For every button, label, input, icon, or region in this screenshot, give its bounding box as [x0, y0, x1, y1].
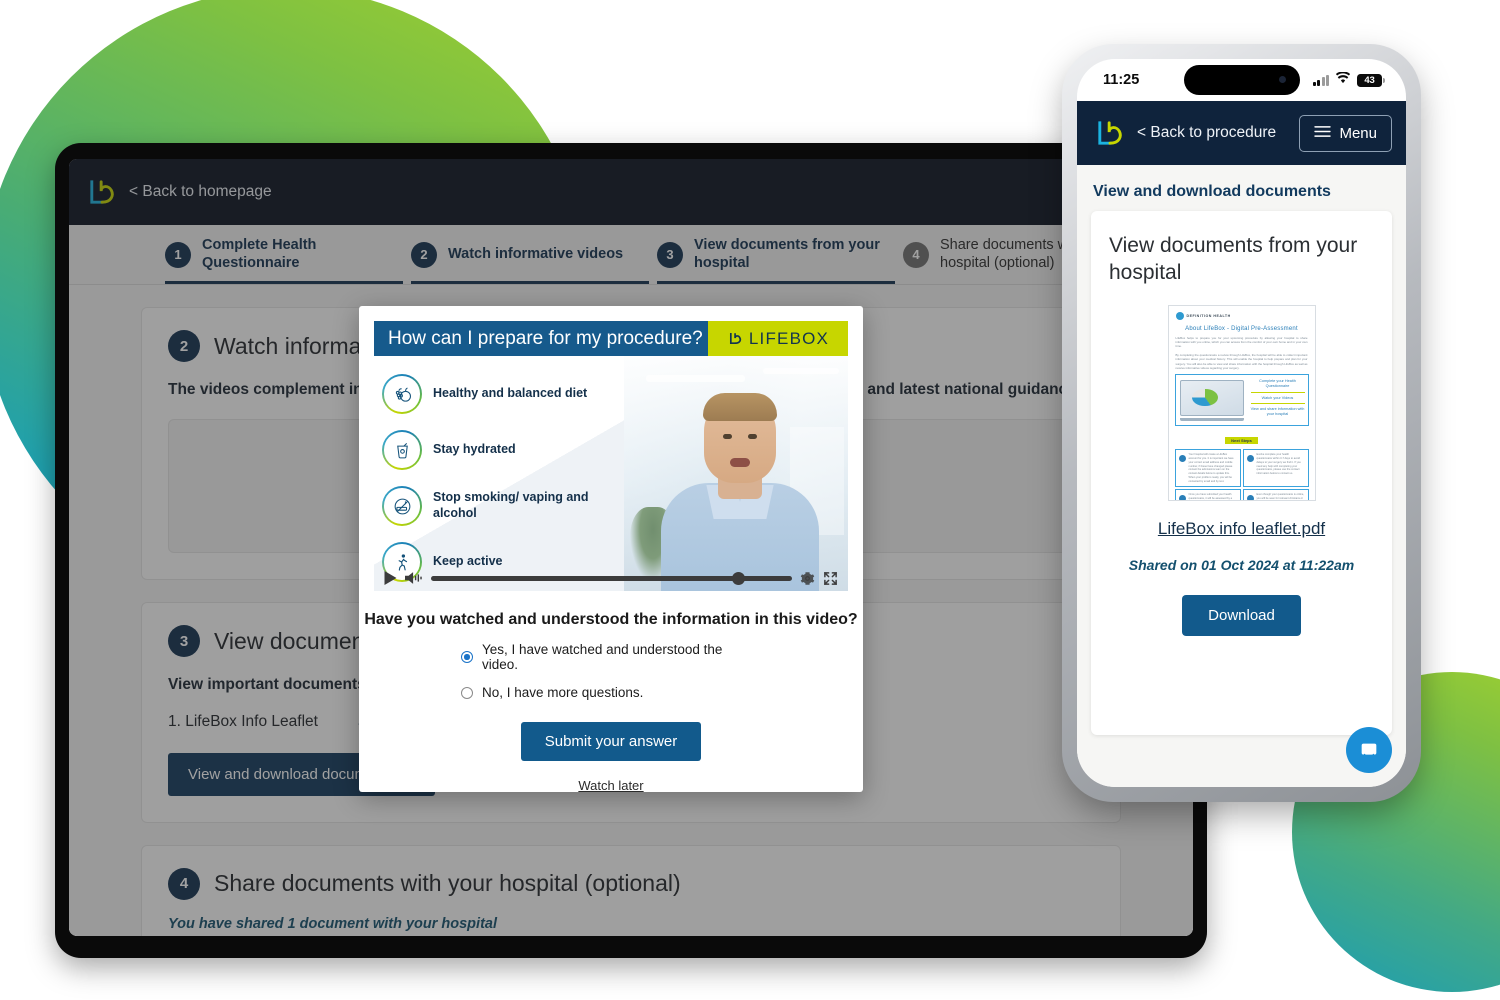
video-modal-dialog: How can I prepare for my procedure? LIFE…: [359, 306, 863, 792]
answer-option-no[interactable]: No, I have more questions.: [461, 685, 761, 700]
phone-header: < Back to procedure Menu: [1077, 101, 1406, 165]
document-filename-link[interactable]: LifeBox info leaflet.pdf: [1158, 519, 1325, 539]
submit-answer-button[interactable]: Submit your answer: [520, 722, 702, 761]
pdf-steps-list: Complete your Health Questionnaire Watch…: [1248, 375, 1308, 425]
video-slide-header: How can I prepare for my procedure? LIFE…: [374, 321, 848, 356]
pdf-cell-text: Once you have submitted your health ques…: [1188, 493, 1233, 501]
phone-page-content: View and download documents View documen…: [1077, 165, 1406, 787]
video-tips-list: Healthy and balanced diet Stay hydrated: [374, 356, 624, 591]
radio-button[interactable]: [461, 651, 473, 663]
play-icon[interactable]: [384, 571, 397, 585]
pdf-info-cell: Your hospital will create a LifeBox acco…: [1174, 449, 1241, 488]
bullet-icon: [1178, 495, 1186, 500]
wifi-icon: [1335, 71, 1351, 88]
tip-item: Stay hydrated: [382, 422, 624, 478]
document-card-title: View documents from your hospital: [1109, 234, 1358, 284]
pdf-paragraph: LifeBox helps to prepare you for your up…: [1175, 335, 1308, 349]
status-time: 11:25: [1103, 72, 1140, 88]
video-question-text: Have you watched and understood the info…: [364, 611, 858, 628]
back-to-procedure-link[interactable]: < Back to procedure: [1137, 123, 1276, 142]
pdf-heading: About LifeBox - Digital Pre-Assessment: [1185, 325, 1298, 332]
video-slide-body: Healthy and balanced diet Stay hydrated: [374, 356, 848, 591]
document-card: View documents from your hospital DEFINI…: [1091, 211, 1392, 735]
lifebox-brand-text: LIFEBOX: [748, 328, 830, 348]
laptop-illustration: [1176, 375, 1248, 425]
ceiling-light: [762, 367, 840, 374]
phone-notch: [1183, 65, 1300, 95]
pdf-brand-text: DEFINITION HEALTH: [1186, 313, 1231, 318]
pdf-step: Complete your Health Questionnaire: [1250, 379, 1305, 393]
pdf-thumbnail-preview[interactable]: DEFINITION HEALTH About LifeBox - Digita…: [1167, 304, 1316, 501]
download-button[interactable]: Download: [1182, 595, 1301, 637]
status-indicators: 43: [1313, 71, 1385, 88]
definition-health-logo-icon: [1175, 311, 1184, 320]
tip-label: Stay hydrated: [433, 442, 516, 457]
no-smoking-icon: [382, 486, 422, 526]
answer-option-yes[interactable]: Yes, I have watched and understood the v…: [461, 642, 761, 672]
answer-label: Yes, I have watched and understood the v…: [482, 642, 723, 672]
answer-label: No, I have more questions.: [482, 685, 644, 700]
pdf-paragraph: By completing the questionnaire a review…: [1175, 352, 1308, 370]
pdf-cell-text: Evolve complete your health questionnair…: [1256, 453, 1301, 476]
volume-icon[interactable]: [405, 571, 423, 585]
tip-item: Stop smoking/ vaping and alcohol: [382, 478, 624, 534]
phone-header-left: < Back to procedure: [1093, 116, 1276, 150]
fruit-icon: [382, 374, 422, 414]
watch-later-link[interactable]: Watch later: [578, 778, 643, 792]
tip-label: Stop smoking/ vaping and alcohol: [433, 490, 589, 520]
phone-device: 11:25 43 < Back to procedure Menu View a…: [1062, 44, 1421, 802]
gear-icon[interactable]: [800, 571, 815, 586]
video-progress-bar[interactable]: [431, 571, 792, 585]
lifebox-logo-icon: [1093, 116, 1127, 150]
bullet-icon: [1178, 455, 1186, 463]
screenshot-canvas: < Back to homepage 1 Complete Health Que…: [0, 0, 1500, 1000]
pdf-step: Watch your Videos: [1250, 396, 1305, 404]
video-controls-bar[interactable]: [374, 565, 848, 591]
pdf-cell-text: Even though your questionnaire is online…: [1256, 493, 1305, 501]
tip-item: Healthy and balanced diet: [382, 366, 624, 422]
document-filename-row: LifeBox info leaflet.pdf: [1109, 519, 1374, 555]
video-slide-title: How can I prepare for my procedure?: [374, 321, 708, 356]
pdf-next-steps-label: Next Steps: [1225, 437, 1258, 445]
watch-later-row: Watch later: [359, 777, 863, 792]
bullet-icon: [1246, 455, 1254, 463]
bullet-icon: [1246, 495, 1254, 500]
radio-button[interactable]: [461, 686, 473, 699]
document-shared-timestamp: Shared on 01 Oct 2024 at 11:22am: [1128, 556, 1355, 573]
pdf-brand-row: DEFINITION HEALTH: [1169, 306, 1315, 320]
pdf-cell-text: Your hospital will create a LifeBox acco…: [1188, 453, 1234, 483]
lifebox-logo-icon: [727, 330, 744, 347]
battery-level: 43: [1364, 74, 1375, 86]
page-title: View and download documents: [1093, 183, 1331, 200]
battery-indicator: 43: [1357, 73, 1385, 87]
submit-row: Submit your answer: [359, 722, 863, 761]
pdf-info-cell: Even though your questionnaire is online…: [1242, 489, 1309, 501]
front-camera-icon: [1278, 76, 1286, 83]
video-player[interactable]: How can I prepare for my procedure? LIFE…: [374, 321, 848, 591]
pdf-step: View and share information with your hos…: [1250, 406, 1305, 416]
pdf-info-cell: Once you have submitted your health ques…: [1174, 489, 1241, 501]
tip-label: Healthy and balanced diet: [433, 386, 588, 401]
menu-label: Menu: [1339, 124, 1377, 142]
video-progress-handle[interactable]: [731, 571, 745, 585]
pdf-info-grid: Your hospital will create a LifeBox acco…: [1174, 449, 1309, 501]
video-footage: [624, 356, 848, 591]
chat-icon[interactable]: [1346, 727, 1392, 773]
lifebox-brand-badge: LIFEBOX: [708, 321, 848, 356]
phone-screen: 11:25 43 < Back to procedure Menu View a…: [1077, 59, 1406, 787]
fullscreen-icon[interactable]: [823, 571, 838, 586]
cellular-bars-icon: [1313, 74, 1329, 86]
pdf-steps-box: Complete your Health Questionnaire Watch…: [1174, 374, 1309, 427]
pdf-info-cell: Evolve complete your health questionnair…: [1242, 449, 1309, 488]
drink-cup-icon: [382, 430, 422, 470]
ceiling-light: [646, 374, 745, 382]
hamburger-icon: [1314, 125, 1332, 142]
menu-button[interactable]: Menu: [1299, 114, 1392, 152]
pdf-next-steps-badge: Next Steps: [1169, 429, 1315, 447]
